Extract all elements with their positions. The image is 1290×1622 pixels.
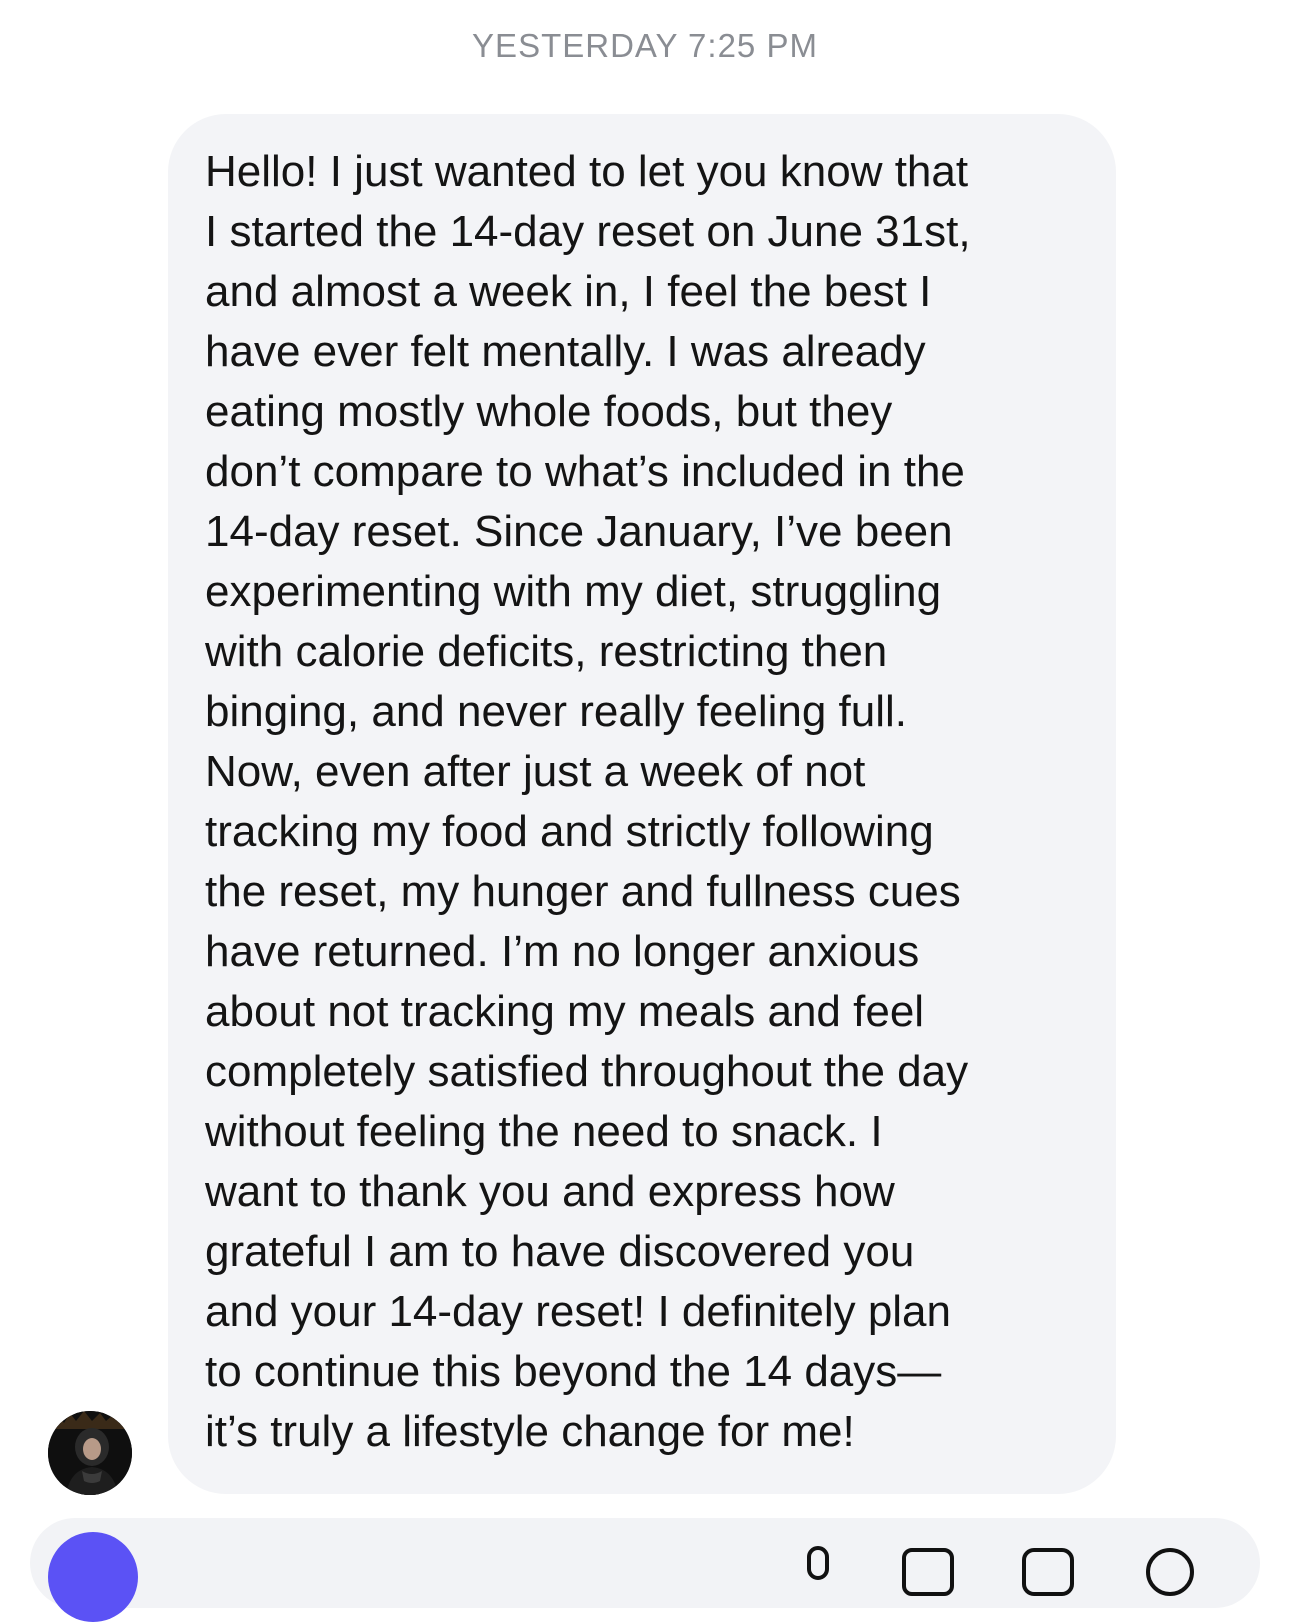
message-bubble[interactable]: Hello! I just wanted to let you know tha… [168,114,1116,1494]
message-line: Hello! I just wanted to let you know tha… [205,147,969,196]
sender-avatar[interactable] [48,1411,132,1495]
message-line: about not tracking my meals and feel [205,987,925,1036]
message-line: it’s truly a lifestyle change for me! [205,1407,855,1456]
message-line: the reset, my hunger and fullness cues [205,867,961,916]
message-line: 14-day reset. Since January, I’ve been [205,507,953,556]
emoji-icon[interactable] [1142,1544,1198,1600]
message-line: tracking my food and strictly following [205,807,934,856]
message-line: grateful I am to have discovered you [205,1227,915,1276]
sticker-icon[interactable] [1020,1544,1076,1600]
message-line: with calorie deficits, restricting then [205,627,888,676]
message-line: without feeling the need to snack. I [205,1107,883,1156]
message-line: experimenting with my diet, struggling [205,567,942,616]
message-line: Now, even after just a week of not [205,747,866,796]
plus-button[interactable] [48,1532,138,1622]
avatar-photo-icon [48,1411,132,1495]
message-line: eating mostly whole foods, but they [205,387,893,436]
message-composer[interactable] [30,1518,1260,1622]
message-line: have returned. I’m no longer anxious [205,927,920,976]
message-line: have ever felt mentally. I was already [205,327,926,376]
message-line: and your 14-day reset! I definitely plan [205,1287,952,1336]
message-line: completely satisfied throughout the day [205,1047,969,1096]
message-timestamp: YESTERDAY 7:25 PM [472,27,818,64]
image-icon[interactable] [900,1544,956,1600]
message-line: binging, and never really feeling full. [205,687,908,736]
message-line: want to thank you and express how [205,1167,895,1216]
message-line: don’t compare to what’s included in the [205,447,965,496]
message-line: to continue this beyond the 14 days— [205,1347,942,1396]
message-line: I started the 14-day reset on June 31st, [205,207,971,256]
message-line: and almost a week in, I feel the best I [205,267,932,316]
microphone-icon[interactable] [790,1544,846,1600]
